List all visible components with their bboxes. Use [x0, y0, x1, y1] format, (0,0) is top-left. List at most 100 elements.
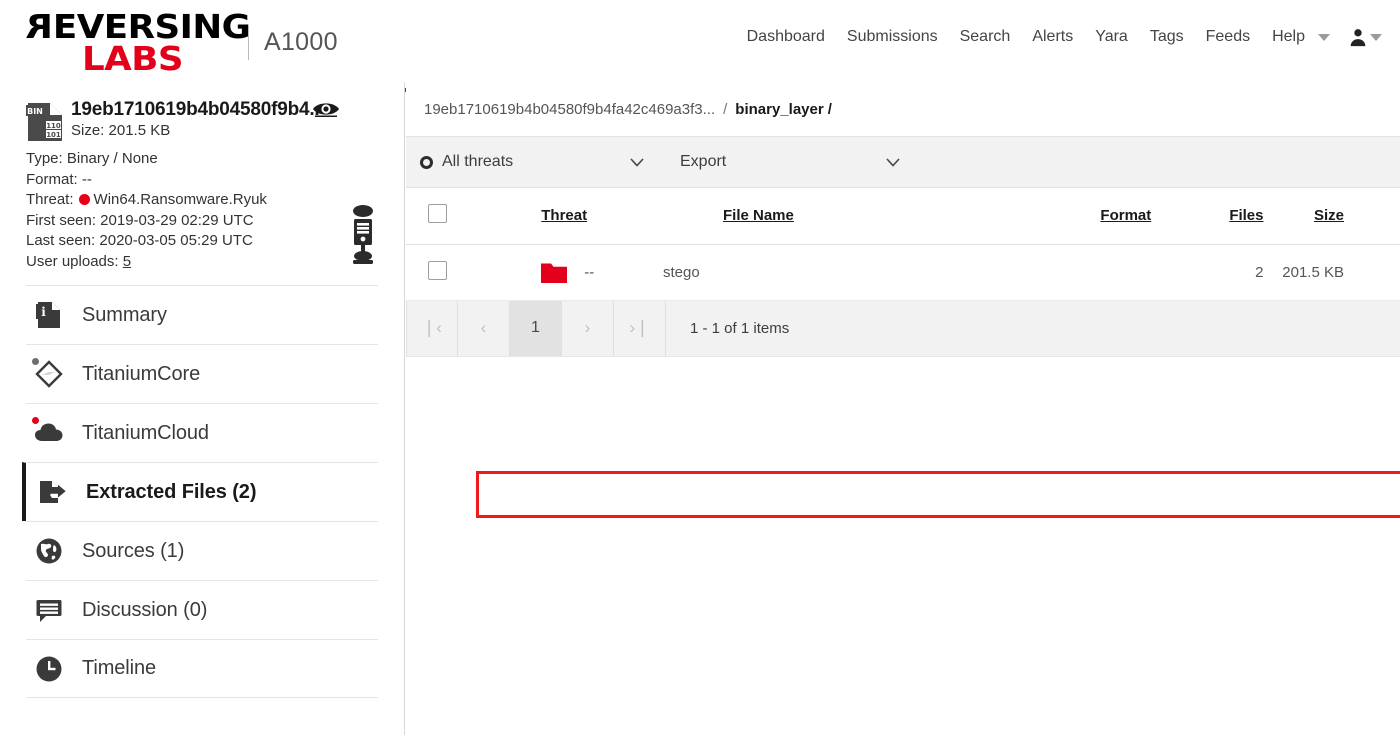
files-table-wrapper: Threat File Name Format Files Size — [406, 188, 1400, 301]
table-row[interactable]: -- stego 2 201.5 KB — [406, 244, 1400, 300]
file-format: Format: -- — [26, 170, 378, 191]
nav-yara[interactable]: Yara — [1084, 24, 1139, 50]
file-hash-title[interactable]: 19eb1710619b4b04580f9b4.. — [71, 99, 320, 120]
nav-submissions[interactable]: Submissions — [836, 24, 949, 50]
chevron-down-icon — [886, 158, 900, 167]
user-menu[interactable] — [1348, 27, 1382, 47]
brand-logo[interactable]: REVERSING LABS A1000 — [26, 10, 241, 72]
threat-label: Threat: — [26, 191, 74, 208]
pagination-prev-button[interactable]: ‹ — [458, 301, 510, 356]
row-threat-value: -- — [584, 264, 594, 281]
nav-help-label[interactable]: Help — [1261, 24, 1316, 50]
nav-search[interactable]: Search — [949, 24, 1022, 50]
chevron-down-icon — [1370, 34, 1382, 41]
pagination-first-button[interactable]: ❘‹ — [406, 301, 458, 356]
file-threat: Threat: Win64.Ransomware.Ryuk — [26, 190, 378, 211]
logo-divider — [248, 26, 249, 60]
column-header-size: Size — [1278, 188, 1400, 244]
sidebar-item-summary[interactable]: i Summary — [26, 285, 378, 344]
pagination-info: 1 - 1 of 1 items — [666, 301, 789, 356]
row-size: 201.5 KB — [1278, 244, 1400, 300]
threat-filter-dropdown[interactable]: All threats — [406, 137, 662, 187]
nav-tags[interactable]: Tags — [1139, 24, 1195, 50]
sidebar-item-label: Summary — [82, 304, 167, 327]
table-toolbar: All threats Export — [406, 136, 1400, 188]
sidebar-item-label: Discussion (0) — [82, 599, 207, 622]
user-uploads-count[interactable]: 5 — [123, 253, 131, 270]
breadcrumb-separator-trailing: / — [828, 101, 832, 118]
sidebar-item-titaniumcloud[interactable]: TitaniumCloud — [26, 403, 378, 462]
user-uploads: User uploads: 5 — [26, 252, 378, 273]
main-panel: 19eb1710619b4b04580f9b4fa42c469a3f3... /… — [406, 82, 1400, 735]
column-header-file-name: File Name — [655, 188, 961, 244]
threat-filter-label: All threats — [442, 153, 513, 171]
row-select-cell — [406, 244, 469, 300]
sidebar-item-label: Timeline — [82, 657, 156, 680]
row-checkbox[interactable] — [428, 261, 447, 280]
eye-icon[interactable] — [312, 100, 340, 117]
file-type: Type: Binary / None — [26, 149, 378, 170]
chevron-down-icon — [630, 158, 644, 167]
last-seen: Last seen: 2020-03-05 05:29 UTC — [26, 231, 378, 252]
pagination-next-button[interactable]: › — [562, 301, 614, 356]
breadcrumb: 19eb1710619b4b04580f9b4fa42c469a3f3... /… — [406, 82, 1400, 136]
nav-alerts[interactable]: Alerts — [1021, 24, 1084, 50]
globe-icon — [34, 536, 64, 566]
clock-icon — [34, 654, 64, 684]
svg-text:i: i — [41, 305, 46, 319]
column-header-format: Format — [961, 188, 1165, 244]
sidebar-item-discussion[interactable]: Discussion (0) — [26, 580, 378, 639]
breadcrumb-separator: / — [723, 101, 727, 118]
appliance-icon — [350, 204, 376, 266]
row-file-name[interactable]: stego — [655, 244, 961, 300]
export-label: Export — [680, 153, 726, 171]
sidebar-item-timeline[interactable]: Timeline — [26, 639, 378, 698]
file-size: Size: 201.5 KB — [71, 122, 378, 139]
row-format — [961, 244, 1165, 300]
pagination-last-button[interactable]: ›❘ — [614, 301, 666, 356]
threat-name: Win64.Ransomware.Ryuk — [94, 191, 267, 208]
first-seen: First seen: 2019-03-29 02:29 UTC — [26, 211, 378, 232]
sidebar-navigation: i Summary TitaniumCore — [0, 285, 404, 698]
nav-help[interactable]: Help — [1261, 24, 1336, 50]
pagination-page-1[interactable]: 1 — [510, 301, 562, 356]
app-header: REVERSING LABS A1000 Dashboard Submissio… — [0, 0, 1400, 82]
file-info-card: BIN 110 101 19eb1710619b4b04580f9b4.. — [0, 82, 404, 272]
extracted-files-table: Threat File Name Format Files Size — [406, 188, 1400, 301]
sidebar-item-sources[interactable]: Sources (1) — [26, 521, 378, 580]
nav-dashboard[interactable]: Dashboard — [736, 24, 836, 50]
table-header-row: Threat File Name Format Files Size — [406, 188, 1400, 244]
svg-text:BIN: BIN — [27, 107, 43, 116]
cloud-icon — [34, 418, 64, 448]
reversinglabs-logo: REVERSING LABS — [26, 10, 241, 72]
product-name: A1000 — [264, 28, 338, 57]
svg-text:110: 110 — [46, 122, 61, 130]
export-dropdown[interactable]: Export — [662, 137, 918, 187]
chat-icon — [34, 595, 64, 625]
status-dot — [32, 358, 39, 365]
breadcrumb-root[interactable]: 19eb1710619b4b04580f9b4fa42c469a3f3... — [424, 101, 715, 118]
sidebar-item-titaniumcore[interactable]: TitaniumCore — [26, 344, 378, 403]
svg-text:101: 101 — [46, 131, 61, 139]
user-uploads-label: User uploads: — [26, 253, 119, 270]
column-header-files: Files — [1165, 188, 1277, 244]
sidebar-item-label: Extracted Files (2) — [86, 481, 256, 504]
page-content: BIN 110 101 19eb1710619b4b04580f9b4.. — [0, 82, 1400, 735]
extracted-files-icon — [38, 477, 68, 507]
diamond-icon — [34, 359, 64, 389]
sidebar-item-extracted-files[interactable]: Extracted Files (2) — [22, 462, 378, 521]
nav-feeds[interactable]: Feeds — [1195, 24, 1261, 50]
select-all-checkbox[interactable] — [428, 204, 447, 223]
sidebar-item-label: TitaniumCloud — [82, 422, 209, 445]
binary-file-icon: BIN 110 101 — [26, 101, 64, 143]
sidebar-item-label: Sources (1) — [82, 540, 184, 563]
info-document-icon: i — [34, 300, 64, 330]
row-threat-cell: -- — [469, 244, 655, 300]
top-navigation: Dashboard Submissions Search Alerts Yara… — [736, 24, 1386, 50]
status-dot — [32, 417, 39, 424]
pagination: ❘‹ ‹ 1 › ›❘ 1 - 1 of 1 items — [406, 301, 1400, 357]
breadcrumb-current: binary_layer — [735, 101, 823, 118]
row-highlight-annotation — [476, 471, 1400, 518]
file-metadata: Type: Binary / None Format: -- Threat: Wi… — [26, 149, 378, 272]
select-all-header — [406, 188, 469, 244]
